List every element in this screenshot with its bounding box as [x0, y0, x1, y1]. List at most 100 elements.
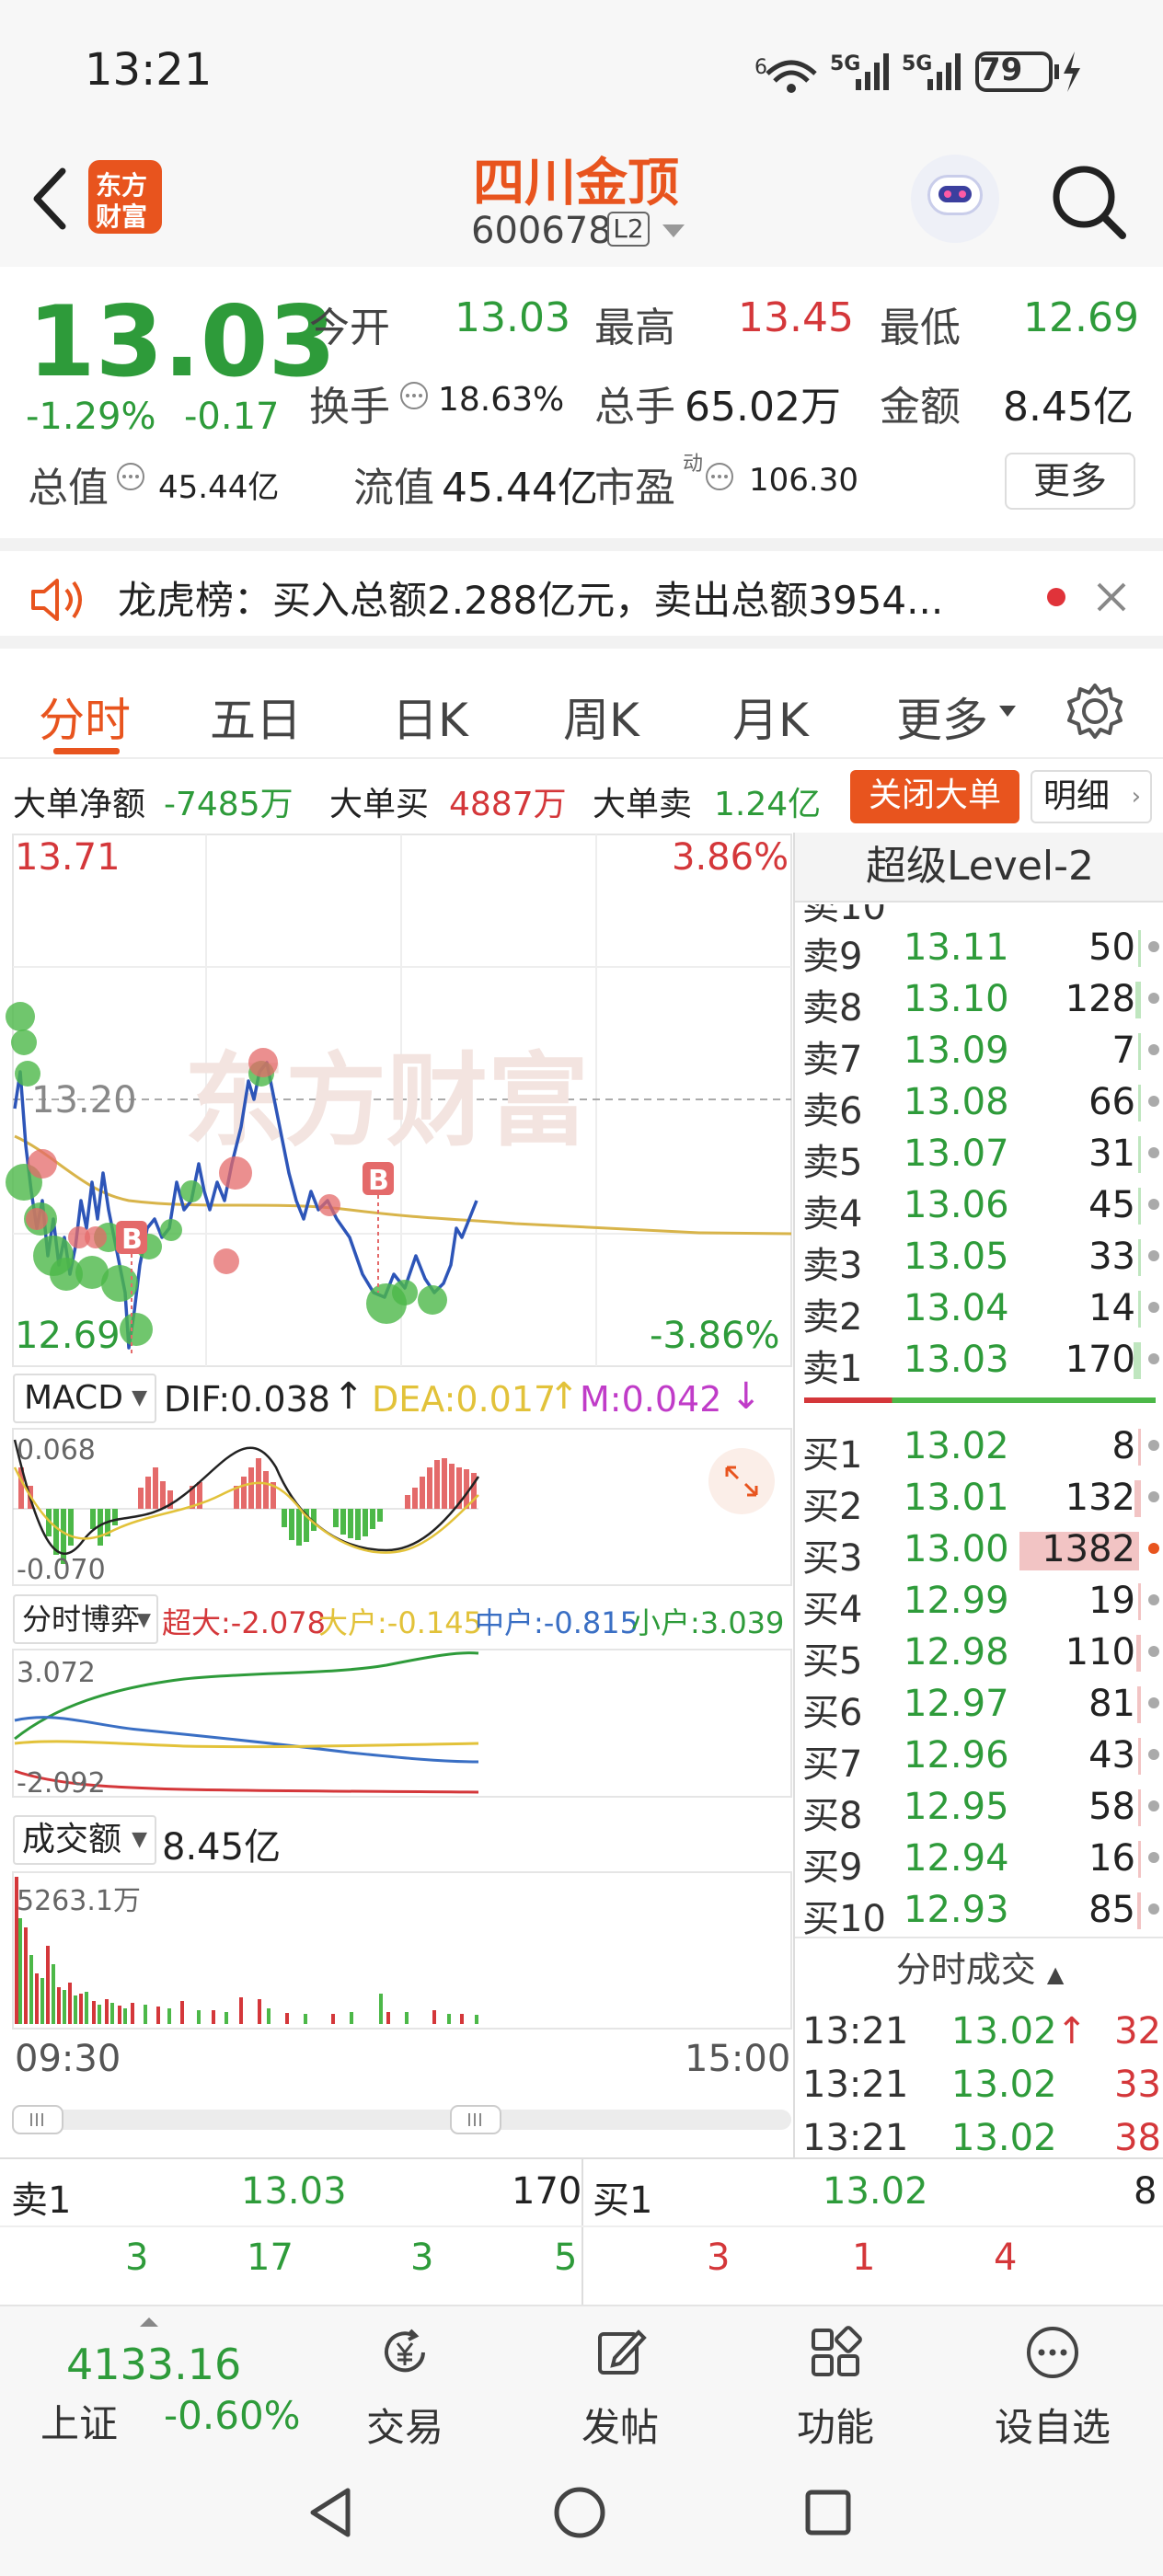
tab-five-day[interactable]: 五日 [210, 684, 302, 750]
time-start: 09:30 [15, 2038, 121, 2080]
trades-header[interactable]: 分时成交 ▲ [795, 1937, 1163, 2001]
tab-daily-k[interactable]: 日K [392, 684, 468, 750]
order-level: 卖1 [802, 1348, 863, 1390]
float-value: 45.44亿 [442, 465, 598, 512]
sell-order-row[interactable]: 卖2 13.04 14 [795, 1283, 1163, 1339]
dropdown-triangle-icon[interactable] [661, 223, 686, 241]
search-icon[interactable] [1049, 162, 1130, 243]
info-dots-icon[interactable] [399, 381, 429, 410]
buy-order-row[interactable]: 买6 12.97 81 [795, 1679, 1163, 1734]
sell-order-row[interactable]: 卖8 13.10 128 [795, 974, 1163, 1029]
buy-queue-item: 3 [707, 2237, 731, 2279]
change-value: -0.17 [184, 396, 280, 438]
open-label: 今开 [309, 305, 390, 351]
order-price: 12.97 [904, 1683, 1009, 1725]
buy-order-row[interactable]: 买9 12.94 16 [795, 1834, 1163, 1889]
dragon-tiger-notice[interactable]: 龙虎榜：买入总额2.288亿元，卖出总额3954... [0, 538, 1163, 649]
sell-order-row[interactable]: 卖7 13.09 7 [795, 1026, 1163, 1081]
detail-button[interactable]: 明细 › [1031, 770, 1152, 823]
level-badge[interactable]: L2 [607, 212, 650, 247]
buy-order-row[interactable]: 买3 13.00 1382 [795, 1524, 1163, 1580]
order-dot [1148, 1800, 1159, 1811]
intraday-chart-area[interactable]: 东方财富 B B 13.71 3.86% 13.20 12.69 -3.86% … [0, 833, 793, 2157]
buy-queue-item: 1 [852, 2237, 876, 2279]
home-circle-icon[interactable] [552, 2485, 607, 2540]
close-icon[interactable] [1093, 579, 1130, 615]
more-button[interactable]: 更多 [1005, 453, 1135, 510]
gear-icon[interactable] [1065, 682, 1124, 741]
macd-selector[interactable]: MACD ▼ [13, 1374, 156, 1423]
buy-marker: B [121, 1224, 143, 1256]
big-sell-label: 大单卖 [593, 786, 693, 823]
volume-bar [1136, 1686, 1141, 1723]
dropdown-triangle-icon [999, 706, 1016, 717]
robot-assistant-icon[interactable] [911, 155, 999, 243]
trade-price: 13.02 [951, 2117, 1057, 2159]
sell-order-row[interactable]: 卖6 13.08 66 [795, 1077, 1163, 1133]
nav-trade[interactable]: 交易 [313, 2306, 497, 2454]
buy-order-row[interactable]: 买5 12.98 110 [795, 1627, 1163, 1683]
notice-text: 龙虎榜：买入总额2.288亿元，卖出总额3954... [118, 578, 944, 623]
back-arrow-icon[interactable] [26, 162, 72, 236]
buy-order-row[interactable]: 买4 12.99 19 [795, 1576, 1163, 1631]
order-dot [1148, 1697, 1159, 1708]
nav-post[interactable]: 发帖 [528, 2306, 712, 2454]
tab-weekly-k[interactable]: 周K [563, 684, 639, 750]
order-price: 12.96 [904, 1734, 1009, 1777]
nav-post-label: 发帖 [581, 2405, 659, 2450]
sell-order-row[interactable]: 卖4 13.06 45 [795, 1180, 1163, 1236]
order-dot [1148, 1903, 1159, 1915]
turnover-label: 换手 [309, 384, 390, 431]
battery-level: 79 [979, 52, 1023, 88]
fund-game-selector[interactable]: 分时博弈 ▼ [13, 1594, 158, 1644]
order-price: 13.05 [904, 1236, 1009, 1278]
clipped-label: 卖10 [802, 904, 886, 923]
back-triangle-icon[interactable] [304, 2485, 359, 2540]
close-big-order-button[interactable]: 关闭大单 [850, 770, 1019, 823]
index-pct: -0.60% [164, 2393, 301, 2438]
nav-add-watchlist[interactable]: 设自选 [961, 2306, 1145, 2454]
fund-mid: 中户:-0.815 [475, 1605, 639, 1640]
eastmoney-logo[interactable]: 东方 财富 [88, 160, 162, 234]
edit-icon [598, 2329, 647, 2375]
order-volume: 19 [1088, 1580, 1135, 1622]
volume-bar [1138, 1291, 1141, 1328]
macd-bottom-label: -0.070 [17, 1554, 106, 1586]
sell-order-row[interactable]: 卖9 13.11 50 [795, 923, 1163, 978]
buy-order-row[interactable]: 买2 13.01 132 [795, 1473, 1163, 1528]
sell-order-row[interactable]: 卖3 13.05 33 [795, 1232, 1163, 1287]
clock: 13:21 [85, 44, 213, 96]
open-value: 13.03 [455, 294, 570, 341]
tab-monthly-k[interactable]: 月K [732, 684, 809, 750]
info-dots-icon[interactable] [116, 462, 145, 491]
trade-volume: 32 [1114, 2010, 1161, 2053]
info-dots-icon[interactable] [705, 462, 734, 491]
chevron-right-icon: › [1131, 783, 1141, 811]
trade-price: 13.02 [951, 2064, 1057, 2106]
sell-order-row[interactable]: 卖5 13.07 31 [795, 1129, 1163, 1184]
order-dot [1148, 1749, 1159, 1760]
sell-order-row[interactable]: 卖1 13.03 170 [795, 1335, 1163, 1390]
buy-order-row[interactable]: 买7 12.96 43 [795, 1731, 1163, 1786]
buy-order-row[interactable]: 买8 12.95 58 [795, 1782, 1163, 1837]
low-value: 12.69 [1023, 294, 1139, 341]
macd-m: M:0.042 [580, 1379, 722, 1420]
order-dot [1148, 1302, 1159, 1313]
recent-apps-icon[interactable] [800, 2485, 856, 2540]
bottom-pct-label: -3.86% [650, 1315, 780, 1357]
index-ticker[interactable]: 4133.16 上证 -0.60% [0, 2306, 313, 2454]
level2-title[interactable]: 超级Level-2 [795, 833, 1163, 903]
signal-icons: 6 5G 5G [754, 52, 1080, 93]
tab-more[interactable]: 更多 [896, 684, 988, 750]
trade-time: 13:21 [802, 2117, 909, 2159]
buy-order-row[interactable]: 买1 13.02 8 [795, 1421, 1163, 1477]
nav-functions[interactable]: 功能 [743, 2306, 927, 2454]
stock-header: 东方 财富 四川金顶 600678 L2 [0, 138, 1163, 267]
volume-selector[interactable]: 成交额 ▼ [13, 1815, 156, 1865]
tab-intraday[interactable]: 分时 [39, 684, 131, 750]
trade-price: 13.02 [951, 2010, 1057, 2053]
order-price: 13.02 [904, 1425, 1009, 1467]
volume-bar [1138, 1429, 1141, 1466]
buy-order-row[interactable]: 买10 12.93 85 [795, 1885, 1163, 1940]
order-level: 买2 [802, 1486, 863, 1528]
